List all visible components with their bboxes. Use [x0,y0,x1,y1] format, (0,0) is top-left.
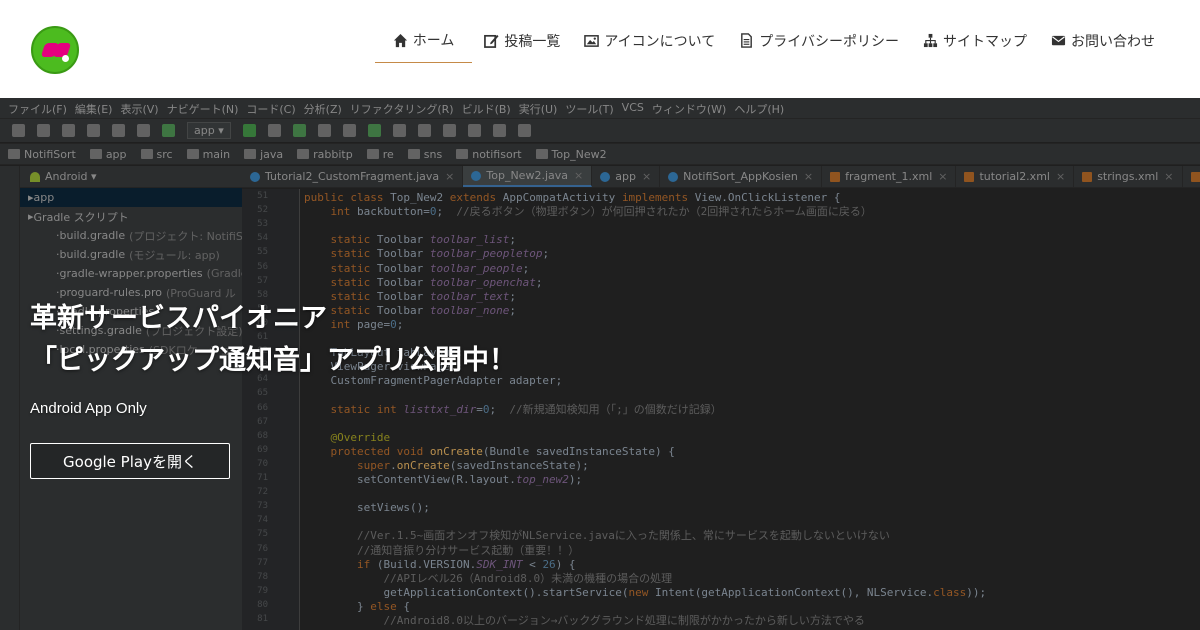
nav-label: 投稿一覧 [504,33,561,50]
logo-dot [62,55,69,62]
image-icon [584,35,600,47]
nav-label: お問い合わせ [1071,33,1155,50]
nav-item-about-icons[interactable]: アイコンについて [572,18,727,63]
nav-label: プライバシーポリシー [759,33,899,50]
nav-item-privacy[interactable]: プライバシーポリシー [727,18,911,63]
nav-label: ホーム [412,33,455,49]
site-logo[interactable] [31,26,79,74]
sitemap-icon [923,33,938,48]
nav-label: アイコンについて [604,33,716,50]
hero-section: ファイル(F) 編集(E) 表示(V) ナビゲート(N) コード(C) 分析(Z) リファク… [0,98,1200,630]
nav-item-sitemap[interactable]: サイトマップ [911,18,1039,63]
nav-item-home[interactable]: ホーム [374,18,473,63]
nav-item-posts[interactable]: 投稿一覧 [472,18,572,63]
google-play-button[interactable]: Google Playを開く [30,443,230,479]
nav-item-contact[interactable]: お問い合わせ [1039,18,1167,63]
nav-label: サイトマップ [943,33,1027,50]
document-icon [741,33,753,48]
hero-title-line2: 「ピックアップ通知音」アプリ公開中！ [30,345,516,376]
logo-shape-right [52,43,72,57]
hero-title-line1: 革新サービスパイオニア [30,303,327,334]
edit-icon [484,34,499,48]
mail-icon [1051,35,1066,46]
hero-subtitle: Android App Only [30,400,147,417]
home-icon [393,33,407,47]
main-nav: ホーム 投稿一覧 アイコンについて プライバシーポリシー サイトマップ お問い合… [374,18,1167,63]
site-header: ホーム 投稿一覧 アイコンについて プライバシーポリシー サイトマップ お問い合… [0,0,1200,98]
hero-title: 革新サービスパイオニア 「ピックアップ通知音」アプリ公開中！ [30,298,730,382]
